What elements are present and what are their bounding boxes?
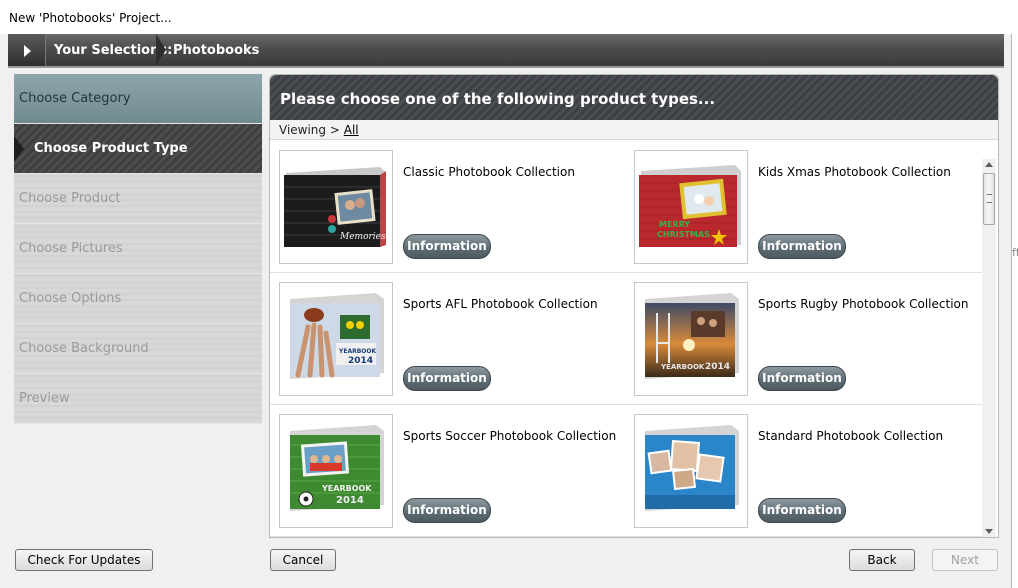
step-choose-pictures: Choose Pictures — [14, 224, 262, 274]
play-arrow-icon — [24, 45, 31, 57]
kids-xmas-photobook-thumbnail[interactable]: MERRY CHRISTMAS — [634, 150, 748, 264]
product-name: Sports AFL Photobook Collection — [403, 297, 598, 311]
product-name: Standard Photobook Collection — [758, 429, 944, 443]
information-button[interactable]: Information — [403, 234, 491, 259]
svg-text:YEARBOOK: YEARBOOK — [660, 363, 705, 371]
information-button[interactable]: Information — [758, 366, 846, 391]
panel-title: Please choose one of the following produ… — [280, 90, 716, 108]
scroll-up-arrow-icon[interactable] — [985, 162, 993, 167]
step-choose-options: Choose Options — [14, 274, 262, 324]
next-button[interactable]: Next — [932, 549, 998, 571]
expand-selections-button[interactable] — [8, 34, 46, 66]
product-card-sports-afl[interactable]: YEARBOOK 2014 Sports AFL Photobook Colle… — [270, 282, 625, 398]
product-list-scrollbar[interactable] — [982, 159, 996, 537]
step-choose-background: Choose Background — [14, 324, 262, 374]
sports-afl-photobook-thumbnail[interactable]: YEARBOOK 2014 — [279, 282, 393, 396]
product-card-classic[interactable]: Memories Classic Photobook Collection In… — [270, 150, 625, 266]
background-window-edge-text: ff — [1012, 246, 1018, 259]
cover-text: Memories — [339, 232, 386, 242]
window-title: New 'Photobooks' Project... — [9, 11, 172, 25]
product-name: Classic Photobook Collection — [403, 165, 575, 179]
wizard-steps: Choose Category Choose Product Type Choo… — [14, 74, 262, 424]
panel-header: Please choose one of the following produ… — [270, 75, 998, 120]
sports-rugby-photobook-thumbnail[interactable]: YEARBOOK 2014 — [634, 282, 748, 396]
step-preview: Preview — [14, 374, 262, 424]
sports-soccer-photobook-thumbnail[interactable]: YEARBOOK 2014 — [279, 414, 393, 528]
svg-text:2014: 2014 — [348, 356, 373, 366]
back-button[interactable]: Back — [849, 549, 915, 571]
product-type-panel: Please choose one of the following produ… — [269, 74, 999, 538]
product-name: Kids Xmas Photobook Collection — [758, 165, 951, 179]
product-row: Memories Classic Photobook Collection In… — [270, 141, 982, 273]
information-button[interactable]: Information — [758, 498, 846, 523]
step-choose-product: Choose Product — [14, 174, 262, 224]
viewing-label: Viewing > — [279, 123, 340, 137]
svg-text:YEARBOOK: YEARBOOK — [338, 348, 376, 355]
check-for-updates-button[interactable]: Check For Updates — [15, 549, 153, 571]
product-row: YEARBOOK 2014 Sports AFL Photobook Colle… — [270, 273, 982, 405]
product-card-sports-rugby[interactable]: YEARBOOK 2014 Sports Rugby Photobook Col… — [625, 282, 980, 398]
svg-text:CHRISTMAS: CHRISTMAS — [657, 230, 710, 239]
title-bar: New 'Photobooks' Project... — [0, 0, 1012, 34]
classic-photobook-thumbnail[interactable]: Memories — [279, 150, 393, 264]
chevron-right-icon — [156, 34, 166, 66]
product-grid: Memories Classic Photobook Collection In… — [270, 141, 982, 537]
product-row: YEARBOOK 2014 Sports Soccer Photobook Co… — [270, 405, 982, 537]
viewing-filter: Viewing > All — [270, 120, 998, 140]
svg-text:2014: 2014 — [336, 495, 364, 506]
standard-photobook-thumbnail[interactable] — [634, 414, 748, 528]
viewing-all-link[interactable]: All — [344, 123, 359, 137]
step-choose-product-type: Choose Product Type — [14, 124, 262, 174]
svg-text:2014: 2014 — [705, 362, 730, 372]
svg-text:MERRY: MERRY — [659, 220, 690, 229]
product-name: Sports Rugby Photobook Collection — [758, 297, 969, 311]
information-button[interactable]: Information — [403, 498, 491, 523]
photobooks-project-window: New 'Photobooks' Project... Your Selecti… — [0, 0, 1012, 588]
product-card-standard[interactable]: Standard Photobook Collection Informatio… — [625, 414, 980, 530]
scroll-down-arrow-icon[interactable] — [985, 529, 993, 534]
product-card-sports-soccer[interactable]: YEARBOOK 2014 Sports Soccer Photobook Co… — [270, 414, 625, 530]
information-button[interactable]: Information — [403, 366, 491, 391]
product-name: Sports Soccer Photobook Collection — [403, 429, 617, 443]
cancel-button[interactable]: Cancel — [270, 549, 336, 571]
selections-label: Your Selections: — [54, 43, 173, 58]
information-button[interactable]: Information — [758, 234, 846, 259]
selections-value: Photobooks — [173, 43, 260, 58]
scroll-thumb[interactable] — [983, 173, 995, 225]
selections-bar: Your Selections: Photobooks — [8, 34, 1004, 68]
product-card-kids-xmas[interactable]: MERRY CHRISTMAS Kids Xmas Photobook Coll… — [625, 150, 980, 266]
step-choose-category[interactable]: Choose Category — [14, 74, 262, 124]
svg-text:YEARBOOK: YEARBOOK — [321, 484, 372, 493]
